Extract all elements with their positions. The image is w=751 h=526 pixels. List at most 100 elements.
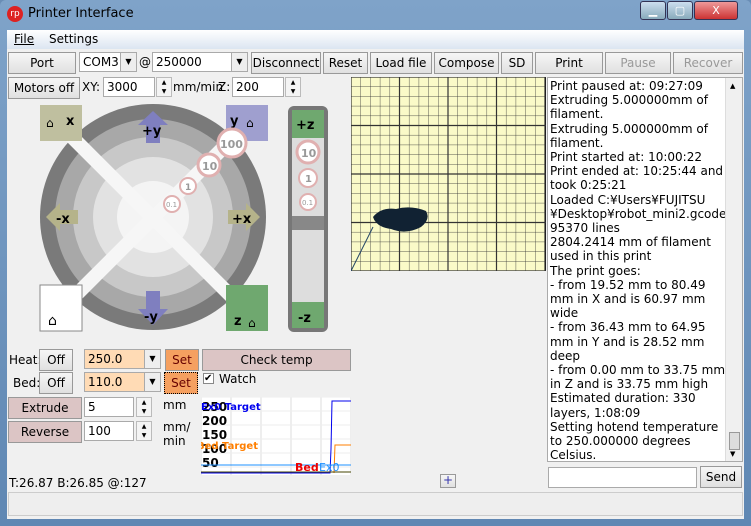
xy-speed-spinner[interactable]: ▲ ▼	[156, 77, 172, 97]
baud-select[interactable]: 250000 ▼	[152, 52, 248, 72]
step-1: 1	[185, 183, 191, 193]
port-select[interactable]: COM3 ▼	[79, 52, 137, 72]
home-all-icon: ⌂	[48, 313, 57, 329]
extrude-length-input[interactable]: 5	[84, 397, 134, 417]
watch-checkbox[interactable]: ✔	[203, 373, 214, 384]
svg-text:+z: +z	[296, 118, 314, 133]
ex0-legend: Ex0	[319, 461, 339, 474]
menu-settings[interactable]: Settings	[49, 32, 98, 46]
step-100: 100	[220, 138, 243, 151]
reset-button[interactable]: Reset	[323, 52, 368, 74]
log-line: - from 0.00 mm to 33.75 mm in Z and is 3…	[550, 363, 726, 392]
extrude-speed-spinner[interactable]: ▲ ▼	[136, 421, 152, 441]
xy-jog-pad[interactable]: +y -y -x +x ⌂ x y ⌂ ⌂ z ⌂ 100 10 1 0.1	[38, 103, 278, 343]
svg-text:-z: -z	[298, 311, 311, 326]
check-temp-button[interactable]: Check temp	[202, 349, 351, 371]
scroll-up-icon[interactable]: ▲	[730, 82, 735, 90]
log-line: Loaded C:¥Users¥FUJITSU ¥Desktop¥robot_m…	[550, 192, 731, 236]
mm-min-label: mm/ min	[163, 420, 191, 448]
home-all-button	[39, 284, 83, 332]
motors-off-button[interactable]: Motors off	[8, 77, 80, 99]
status-text: T:26.87 B:26.85 @:127	[9, 476, 147, 490]
home-y-icon: ⌂	[246, 116, 254, 130]
log-scrollbar[interactable]: ▲ ▼	[725, 78, 742, 461]
recover-button[interactable]: Recover	[673, 52, 743, 74]
bed-set-button[interactable]: Set	[164, 372, 198, 394]
home-z-button	[226, 285, 268, 331]
svg-text:z: z	[234, 314, 242, 329]
z-step-0-1: 0.1	[302, 199, 313, 207]
load-file-button[interactable]: Load file	[370, 52, 432, 74]
xy-speed-input[interactable]: 3000	[103, 77, 155, 97]
minus-y-label: -y	[144, 310, 158, 325]
sd-button[interactable]: SD	[501, 52, 533, 74]
y-tick: 200	[202, 414, 227, 428]
disconnect-button[interactable]: Disconnect	[251, 52, 321, 74]
extrude-button[interactable]: Extrude	[8, 397, 82, 419]
status-bar	[8, 492, 743, 516]
svg-text:x: x	[66, 114, 75, 129]
app-logo: rp	[7, 6, 23, 22]
log-line: Print ended at: 10:25:44 and took 0:25:2…	[550, 164, 724, 193]
z-jog-bar[interactable]: +z -z 10 1 0.1	[288, 106, 330, 334]
command-input[interactable]	[548, 467, 697, 488]
xy-unit: mm/min	[173, 80, 224, 94]
z-step-1: 1	[305, 174, 312, 185]
expand-button[interactable]: +	[440, 474, 456, 488]
port-button[interactable]: Port	[8, 52, 76, 74]
z-label: Z:	[218, 80, 231, 94]
z-speed-spinner[interactable]: ▲ ▼	[285, 77, 301, 97]
menu-file[interactable]: File	[14, 32, 34, 46]
z-step-10: 10	[301, 147, 317, 160]
log-line: Estimated duration: 330 layers, 1:08:09	[550, 391, 696, 420]
scroll-down-icon[interactable]: ▼	[730, 450, 735, 458]
menu-bar: File Settings	[7, 30, 744, 49]
bed-off-button[interactable]: Off	[39, 372, 73, 394]
home-z-icon: ⌂	[248, 316, 256, 330]
bed-preview[interactable]	[351, 77, 546, 271]
minus-x-label: -x	[56, 212, 70, 227]
heat-set-button[interactable]: Set	[165, 349, 199, 371]
heat-label: Heat:	[9, 353, 42, 367]
pause-button[interactable]: Pause	[605, 52, 671, 74]
log-line: - from 19.52 mm to 80.49 mm in X and is …	[550, 277, 706, 321]
at-label: @	[139, 55, 151, 69]
close-button[interactable]: X	[694, 1, 738, 20]
bed-target-label: Bed Target	[201, 441, 258, 452]
step-10: 10	[202, 160, 218, 173]
temperature-graph: 25020015010050Ex0 TargetBed TargetBed Ex0	[201, 397, 351, 475]
reverse-button[interactable]: Reverse	[8, 421, 82, 443]
y-tick: 150	[202, 428, 227, 442]
log-line: Extruding 5.000000mm of filament.	[550, 93, 708, 122]
minimize-button[interactable]: ▁	[640, 1, 666, 20]
send-button[interactable]: Send	[700, 466, 742, 488]
log-line: - from 36.43 mm to 64.95 mm in Y and is …	[550, 320, 706, 363]
print-button[interactable]: Print	[535, 52, 603, 74]
log-line: Print started at: 10:00:22	[550, 150, 702, 165]
log-line: 2804.2414 mm of filament used in this pr…	[550, 235, 711, 264]
bed-label: Bed:	[13, 376, 41, 390]
window-title: Printer Interface	[28, 6, 134, 21]
step-0-1: 0.1	[166, 201, 177, 209]
mm-label: mm	[163, 398, 187, 412]
log-line: Print paused at: 09:27:09	[550, 79, 703, 93]
plus-x-label: +x	[232, 212, 252, 227]
extrude-speed-input[interactable]: 100	[84, 421, 134, 441]
ex0-target-label: Ex0 Target	[201, 402, 261, 413]
heat-select[interactable]: 250.0 ▼	[84, 349, 161, 369]
home-x-icon: ⌂	[46, 116, 54, 130]
log-line: Extruding 5.000000mm of filament.	[550, 121, 708, 150]
xy-label: XY:	[82, 80, 100, 94]
scroll-thumb[interactable]	[729, 432, 740, 450]
maximize-button[interactable]: ▢	[667, 1, 693, 20]
bed-select[interactable]: 110.0 ▼	[84, 372, 161, 392]
svg-text:y: y	[230, 114, 239, 129]
plus-y-label: +y	[142, 124, 162, 139]
log-panel: Print paused at: 09:27:09 Extruding 5.000…	[547, 77, 743, 462]
heat-off-button[interactable]: Off	[39, 349, 73, 371]
compose-button[interactable]: Compose	[434, 52, 499, 74]
extrude-length-spinner[interactable]: ▲ ▼	[136, 397, 152, 417]
z-speed-input[interactable]: 200	[232, 77, 284, 97]
log-line: The print goes:	[550, 263, 641, 278]
y-tick: 50	[202, 456, 219, 470]
